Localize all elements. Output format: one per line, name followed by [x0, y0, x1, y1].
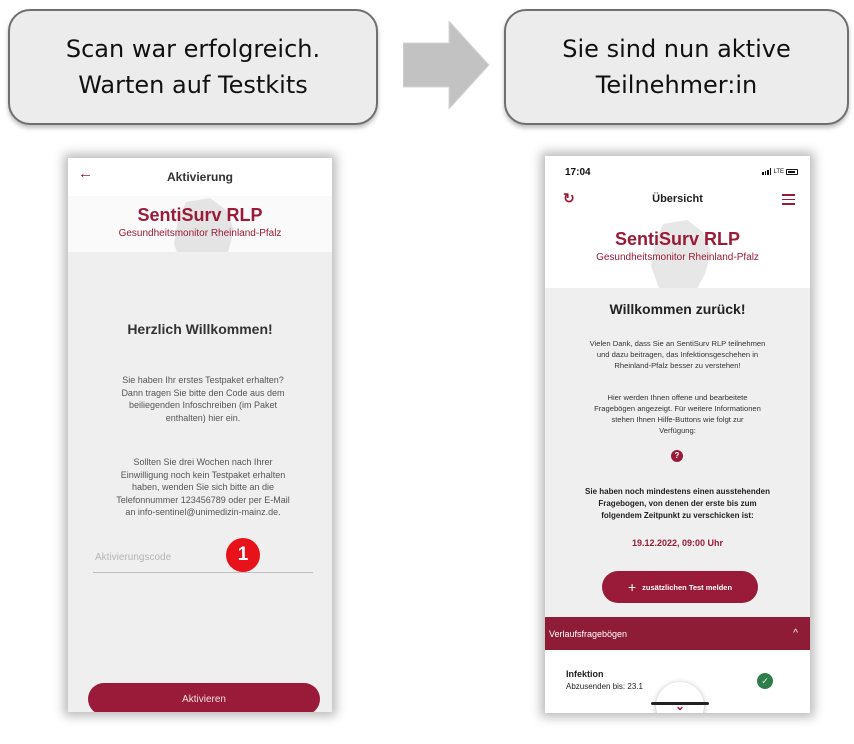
- contact-text: Sollten Sie drei Wochen nach Ihrer Einwi…: [116, 457, 290, 517]
- deadline-date: 19.12.2022, 09:00 Uhr: [631, 538, 724, 548]
- plus-icon: +: [627, 579, 637, 595]
- battery-icon: [786, 168, 798, 175]
- scroll-down-button[interactable]: ⌄: [656, 682, 704, 713]
- arrow-right-icon: [403, 21, 490, 109]
- chevron-up-icon: ^: [793, 628, 798, 639]
- status-indicators: LTE: [762, 168, 798, 175]
- step-badge: 1: [226, 538, 260, 572]
- signal-icon: [762, 168, 772, 175]
- activation-code-field[interactable]: [93, 543, 313, 573]
- brand-subtitle: Gesundheitsmonitor Rheinland-Pfalz: [118, 228, 282, 239]
- pending-questionnaire-text: Sie haben noch mindestens einen ausstehe…: [585, 487, 770, 520]
- status-time: 17:04: [565, 167, 591, 178]
- add-test-button[interactable]: + zusätzlichen Test melden: [602, 571, 758, 603]
- home-indicator: [651, 702, 709, 705]
- info-text: Hier werden Ihnen offene und bearbeitete…: [594, 393, 761, 435]
- brand-subtitle: Gesundheitsmonitor Rheinland-Pfalz: [596, 252, 759, 263]
- brand-title: SentiSurv RLP: [614, 229, 741, 249]
- callout-scan-success: Scan war erfolgreich. Warten auf Testkit…: [8, 9, 378, 125]
- list-item-subtitle: Abzusenden bis: 23.1: [566, 682, 643, 691]
- activation-code-input[interactable]: [93, 543, 313, 571]
- brand-title: SentiSurv RLP: [137, 205, 263, 225]
- section-title: Verlaufsfragebögen: [549, 628, 628, 639]
- check-icon: ✓: [757, 673, 773, 689]
- header-title: Übersicht: [652, 193, 703, 205]
- callout-active-participant: Sie sind nun aktive Teilnehmer:in: [504, 9, 849, 125]
- header-title: Aktivierung: [166, 170, 233, 184]
- thanks-text: Vielen Dank, dass Sie an SentiSurv RLP t…: [589, 339, 766, 370]
- list-item-title[interactable]: Infektion: [566, 669, 604, 679]
- welcome-title: Herzlich Willkommen!: [127, 321, 273, 337]
- network-label: LTE: [773, 168, 784, 175]
- section-header-verlauf[interactable]: Verlaufsfragebögen ^: [545, 617, 810, 650]
- welcome-back-title: Willkommen zurück!: [609, 301, 746, 317]
- help-icon[interactable]: ?: [671, 450, 683, 462]
- hamburger-menu-icon[interactable]: [782, 194, 795, 208]
- add-test-label: zusätzlichen Test melden: [642, 582, 733, 592]
- instructions-text: Sie haben Ihr erstes Testpaket erhalten?…: [121, 375, 285, 423]
- callout-active-participant-text: Sie sind nun aktive Teilnehmer:in: [562, 35, 791, 99]
- callout-scan-success-text: Scan war erfolgreich. Warten auf Testkit…: [65, 35, 321, 99]
- phone-overview-screen: 17:04 LTE ↻ Übersicht SentiSurv RLP Gesu…: [545, 156, 810, 713]
- phone-activation-screen: ← Aktivierung SentiSurv RLP Gesundheitsm…: [68, 158, 332, 712]
- activate-button[interactable]: Aktivieren: [88, 683, 320, 712]
